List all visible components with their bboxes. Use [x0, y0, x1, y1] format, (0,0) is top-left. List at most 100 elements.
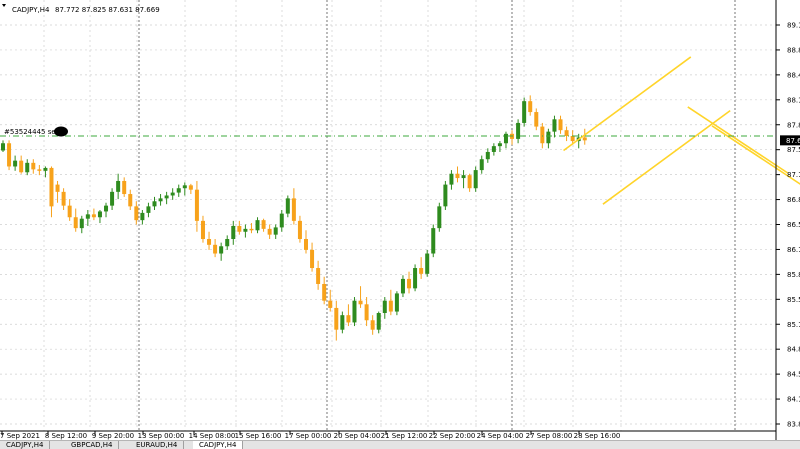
bear-candle	[37, 165, 42, 176]
x-tick-label: 28 Sep 16:00	[574, 432, 621, 440]
candle-body	[37, 169, 42, 171]
bear-candle	[200, 215, 205, 243]
candle-body	[564, 130, 569, 136]
bear-candle	[134, 201, 139, 225]
y-tick-label: 88.4	[787, 71, 800, 79]
bear-candle	[322, 276, 327, 305]
bear-candle	[128, 189, 133, 210]
candle-body	[176, 188, 181, 193]
candle-body	[352, 300, 357, 323]
bull-candle	[431, 224, 436, 258]
candle-body	[346, 315, 351, 323]
candle-body	[73, 217, 78, 229]
bull-candle	[255, 217, 260, 234]
candle-body	[194, 189, 199, 221]
x-tick-label: 21 Sep 12:00	[381, 432, 428, 440]
candle-body	[49, 167, 54, 207]
candle-body	[61, 191, 66, 206]
bull-candle	[140, 209, 145, 225]
candle-body	[316, 268, 321, 284]
candle-body	[25, 162, 30, 173]
x-tick-label: 14 Sep 08:00	[189, 432, 236, 440]
candle-body	[394, 293, 399, 312]
y-tick-label: 83.8	[787, 421, 800, 429]
x-tick-label: 24 Sep 04:00	[477, 432, 524, 440]
candle-body	[370, 320, 375, 330]
bear-candle	[328, 289, 333, 312]
bear-candle	[267, 224, 272, 240]
y-tick-label: 84.5	[787, 371, 800, 379]
x-tick-label: 9 Sep 20:00	[92, 432, 134, 440]
order-marker	[54, 126, 68, 137]
bear-candle	[334, 300, 339, 341]
bear-candle	[261, 218, 266, 232]
candle-body	[85, 214, 90, 219]
x-tick-label: 20 Sep 04:00	[334, 432, 381, 440]
bear-candle	[534, 108, 539, 131]
y-tick-label: 88.1	[787, 96, 800, 104]
y-tick-label: 87.8	[787, 121, 800, 129]
bear-candle	[49, 166, 54, 218]
bull-candle	[170, 188, 175, 200]
candle-body	[425, 253, 430, 274]
candle-body	[285, 198, 290, 214]
candle-body	[491, 146, 496, 152]
candle-body	[267, 228, 272, 235]
candle-body	[261, 220, 266, 229]
bear-candle	[7, 140, 12, 171]
candle-body	[534, 112, 539, 127]
candle-body	[364, 304, 369, 321]
candle-body	[497, 143, 502, 147]
candle-body	[455, 173, 460, 179]
bull-candle	[176, 184, 181, 197]
trend-channels[interactable]	[563, 56, 800, 205]
order-level[interactable]: #53524445 sell	[0, 126, 776, 137]
price-axis: 89.1 88.8 88.4 88.1 87.8 87.5 87.1 86.8 86.5 86.1…	[776, 22, 800, 429]
candle-body	[79, 218, 84, 229]
bear-candle	[364, 297, 369, 327]
bull-candle	[479, 155, 484, 174]
bear-candle	[558, 115, 563, 134]
candle-body	[7, 143, 12, 167]
candle-body	[255, 220, 260, 231]
y-tick-label: 87.5	[787, 146, 800, 154]
bull-candle	[340, 311, 345, 334]
bull-candle	[522, 97, 527, 127]
bull-candle	[443, 180, 448, 210]
bear-candle	[467, 173, 472, 192]
bull-candle	[473, 166, 478, 192]
candle-body	[413, 268, 418, 289]
candle-body	[1, 143, 5, 151]
candle-body	[43, 167, 48, 171]
bear-candle	[310, 242, 315, 272]
candle-body	[419, 268, 424, 274]
candle-body	[128, 194, 133, 207]
price-chart[interactable]: #53524445 sell 89.188.888.488.187.887.58…	[0, 0, 800, 448]
candle-body	[97, 211, 102, 218]
bear-candle	[304, 230, 308, 254]
candle-body	[552, 119, 557, 132]
candle-body	[540, 126, 545, 144]
bull-candle	[285, 195, 290, 218]
bull-candle	[352, 297, 357, 327]
candle-body	[467, 175, 472, 189]
bear-candle	[188, 183, 193, 195]
x-tick-label: 7 Sep 2021	[0, 432, 40, 440]
bull-candle	[110, 188, 115, 210]
bull-candle	[382, 297, 387, 319]
y-tick-label: 84.8	[787, 346, 800, 354]
candle-body	[358, 300, 363, 305]
candle-body	[188, 185, 193, 190]
dropdown-arrow-icon[interactable]	[2, 4, 6, 7]
bull-candle	[376, 311, 381, 334]
channel	[687, 106, 800, 185]
bull-candle	[449, 170, 454, 190]
bear-candle	[358, 286, 363, 308]
candle-body	[140, 212, 145, 221]
bull-candle	[158, 194, 163, 206]
bear-candle	[19, 155, 24, 174]
candle-body	[443, 184, 448, 207]
candle-body	[431, 228, 436, 254]
bear-candle	[528, 95, 533, 116]
candle-body	[503, 133, 508, 144]
